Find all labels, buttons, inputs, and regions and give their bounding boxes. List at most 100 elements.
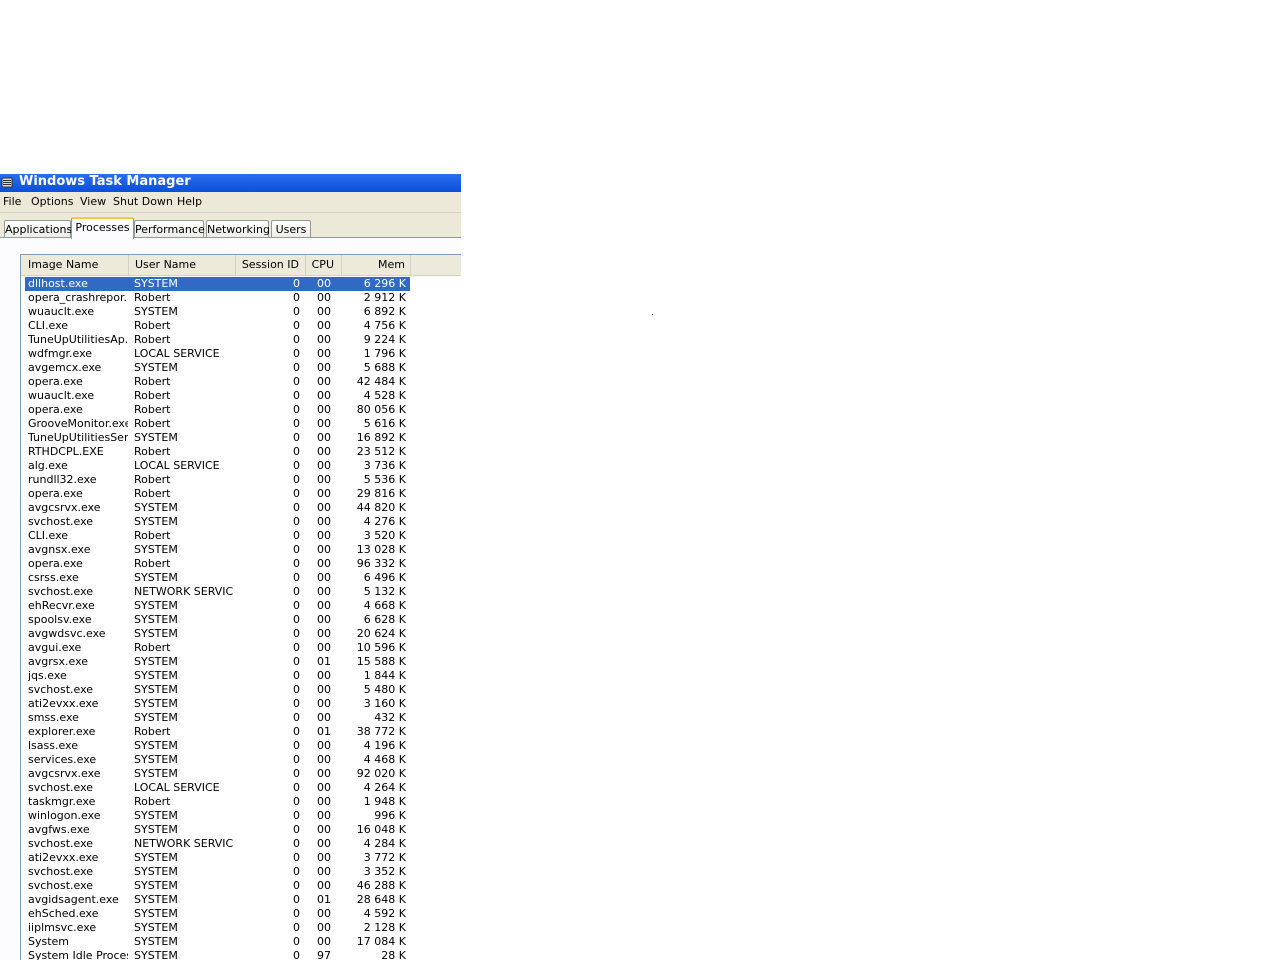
process-row[interactable]: svchost.exe NETWORK SERVICE 0 00 4 284 K	[21, 837, 461, 851]
process-cpu: 00	[317, 459, 331, 472]
column-image-name[interactable]: Image Name	[21, 255, 129, 275]
process-row[interactable]: svchost.exe SYSTEM 0 00 3 352 K	[21, 865, 461, 879]
process-mem-usage: 29 816 K	[356, 487, 406, 500]
process-row[interactable]: opera.exe Robert 0 00 29 816 K	[21, 487, 461, 501]
process-row[interactable]: alg.exe LOCAL SERVICE 0 00 3 736 K	[21, 459, 461, 473]
column-user-name[interactable]: User Name	[129, 255, 236, 275]
process-session-id: 0	[293, 291, 300, 304]
process-mem-usage: 4 284 K	[363, 837, 406, 850]
process-row[interactable]: System Idle Process SYSTEM 0 97 28 K	[21, 949, 461, 960]
process-row[interactable]: avgcsrvx.exe SYSTEM 0 00 44 820 K	[21, 501, 461, 515]
process-session-id: 0	[293, 683, 300, 696]
process-user-name: SYSTEM	[134, 865, 178, 878]
process-session-id: 0	[293, 753, 300, 766]
process-row[interactable]: wuauclt.exe SYSTEM 0 00 6 892 K	[21, 305, 461, 319]
process-mem-usage: 6 496 K	[363, 571, 406, 584]
process-row[interactable]: svchost.exe SYSTEM 0 00 46 288 K	[21, 879, 461, 893]
column-mem-usage[interactable]: Mem Usage	[342, 255, 411, 291]
process-row[interactable]: RTHDCPL.EXE Robert 0 00 23 512 K	[21, 445, 461, 459]
tab-users[interactable]: Users	[271, 220, 311, 238]
process-row[interactable]: avgwdsvc.exe SYSTEM 0 00 20 624 K	[21, 627, 461, 641]
process-row[interactable]: ehRecvr.exe SYSTEM 0 00 4 668 K	[21, 599, 461, 613]
menu-file[interactable]: File	[3, 195, 21, 209]
process-row[interactable]: ehSched.exe SYSTEM 0 00 4 592 K	[21, 907, 461, 921]
process-row[interactable]: avgidsagent.exe SYSTEM 0 01 28 648 K	[21, 893, 461, 907]
process-row[interactable]: ati2evxx.exe SYSTEM 0 00 3 160 K	[21, 697, 461, 711]
process-row[interactable]: System SYSTEM 0 00 17 084 K	[21, 935, 461, 949]
process-mem-usage: 28 K	[381, 949, 406, 960]
process-row[interactable]: explorer.exe Robert 0 01 38 772 K	[21, 725, 461, 739]
process-row[interactable]: avgemcx.exe SYSTEM 0 00 5 688 K	[21, 361, 461, 375]
process-cpu: 00	[317, 361, 331, 374]
process-row[interactable]: avgrsx.exe SYSTEM 0 01 15 588 K	[21, 655, 461, 669]
process-user-name: SYSTEM	[134, 851, 178, 864]
process-image-name: winlogon.exe	[28, 809, 101, 822]
process-row[interactable]: rundll32.exe Robert 0 00 5 536 K	[21, 473, 461, 487]
process-row[interactable]: avgcsrvx.exe SYSTEM 0 00 92 020 K	[21, 767, 461, 781]
process-mem-usage: 3 520 K	[363, 529, 406, 542]
process-user-name: Robert	[134, 389, 171, 402]
process-row[interactable]: opera.exe Robert 0 00 80 056 K	[21, 403, 461, 417]
process-row[interactable]: wdfmgr.exe LOCAL SERVICE 0 00 1 796 K	[21, 347, 461, 361]
process-cpu: 00	[317, 921, 331, 934]
tab-processes[interactable]: Processes	[71, 217, 134, 239]
process-list[interactable]: Image Name User Name Session ID CPU Mem …	[20, 254, 461, 960]
process-row[interactable]: TuneUpUtilitiesAp... Robert 0 00 9 224 K	[21, 333, 461, 347]
tab-performance[interactable]: Performance	[134, 220, 205, 238]
process-row[interactable]: CLI.exe Robert 0 00 4 756 K	[21, 319, 461, 333]
process-mem-usage: 5 480 K	[363, 683, 406, 696]
process-image-name: System Idle Process	[28, 949, 128, 960]
process-cpu: 00	[317, 403, 331, 416]
process-row[interactable]: svchost.exe SYSTEM 0 00 5 480 K	[21, 683, 461, 697]
process-row[interactable]: avgnsx.exe SYSTEM 0 00 13 028 K	[21, 543, 461, 557]
menu-help[interactable]: Help	[177, 195, 202, 209]
tab-networking[interactable]: Networking	[206, 220, 270, 238]
process-row[interactable]: GrooveMonitor.exe Robert 0 00 5 616 K	[21, 417, 461, 431]
process-cpu: 00	[317, 291, 331, 304]
process-row[interactable]: csrss.exe SYSTEM 0 00 6 496 K	[21, 571, 461, 585]
process-user-name: SYSTEM	[134, 655, 178, 668]
process-user-name: SYSTEM	[134, 921, 178, 934]
process-mem-usage: 15 588 K	[356, 655, 406, 668]
process-row[interactable]: svchost.exe LOCAL SERVICE 0 00 4 264 K	[21, 781, 461, 795]
process-user-name: Robert	[134, 291, 171, 304]
process-row[interactable]: smss.exe SYSTEM 0 00 432 K	[21, 711, 461, 725]
process-row[interactable]: iiplmsvc.exe SYSTEM 0 00 2 128 K	[21, 921, 461, 935]
process-session-id: 0	[293, 487, 300, 500]
process-row[interactable]: TuneUpUtilitiesSer... SYSTEM 0 00 16 892 K	[21, 431, 461, 445]
process-row[interactable]: services.exe SYSTEM 0 00 4 468 K	[21, 753, 461, 767]
column-session-id[interactable]: Session ID	[236, 255, 306, 275]
process-session-id: 0	[293, 725, 300, 738]
process-row[interactable]: opera_crashrepor... Robert 0 00 2 912 K	[21, 291, 461, 305]
process-row[interactable]: svchost.exe SYSTEM 0 00 4 276 K	[21, 515, 461, 529]
process-row[interactable]: jqs.exe SYSTEM 0 00 1 844 K	[21, 669, 461, 683]
process-row[interactable]: spoolsv.exe SYSTEM 0 00 6 628 K	[21, 613, 461, 627]
process-cpu: 00	[317, 739, 331, 752]
process-image-name: smss.exe	[28, 711, 79, 724]
menu-shut-down[interactable]: Shut Down	[113, 195, 173, 209]
process-mem-usage: 1 948 K	[363, 795, 406, 808]
process-row[interactable]: lsass.exe SYSTEM 0 00 4 196 K	[21, 739, 461, 753]
process-row[interactable]: wuauclt.exe Robert 0 00 4 528 K	[21, 389, 461, 403]
process-row[interactable]: avgfws.exe SYSTEM 0 00 16 048 K	[21, 823, 461, 837]
process-user-name: SYSTEM	[134, 305, 178, 318]
process-row[interactable]: opera.exe Robert 0 00 96 332 K	[21, 557, 461, 571]
process-mem-usage: 6 892 K	[363, 305, 406, 318]
title-bar[interactable]: Windows Task Manager	[0, 174, 461, 192]
column-cpu[interactable]: CPU	[306, 255, 342, 275]
process-image-name: services.exe	[28, 753, 97, 766]
process-row[interactable]: CLI.exe Robert 0 00 3 520 K	[21, 529, 461, 543]
process-row[interactable]: avgui.exe Robert 0 00 10 596 K	[21, 641, 461, 655]
process-row[interactable]: opera.exe Robert 0 00 42 484 K	[21, 375, 461, 389]
process-image-name: avgwdsvc.exe	[28, 627, 106, 640]
process-row[interactable]: svchost.exe NETWORK SERVICE 0 00 5 132 K	[21, 585, 461, 599]
process-image-name: wuauclt.exe	[28, 389, 95, 402]
process-row[interactable]: winlogon.exe SYSTEM 0 00 996 K	[21, 809, 461, 823]
menu-view[interactable]: View	[80, 195, 106, 209]
process-cpu: 00	[317, 585, 331, 598]
menu-options[interactable]: Options	[31, 195, 73, 209]
tab-applications[interactable]: Applications	[4, 220, 72, 238]
process-row[interactable]: dllhost.exe SYSTEM 0 00 6 296 K	[25, 277, 410, 291]
process-row[interactable]: ati2evxx.exe SYSTEM 0 00 3 772 K	[21, 851, 461, 865]
process-row[interactable]: taskmgr.exe Robert 0 00 1 948 K	[21, 795, 461, 809]
